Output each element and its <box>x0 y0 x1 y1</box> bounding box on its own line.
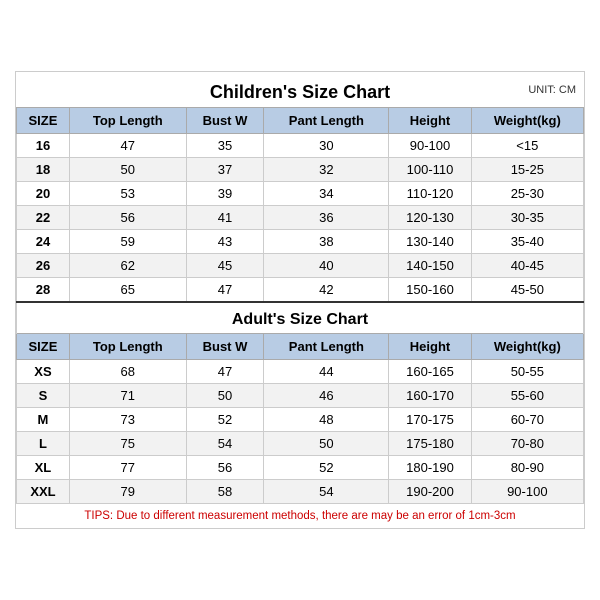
adult-col-weight: Weight(kg) <box>471 334 583 360</box>
table-row: M735248170-17560-70 <box>17 408 584 432</box>
adult-col-height: Height <box>389 334 471 360</box>
adult-col-bust-w: Bust W <box>186 334 264 360</box>
children-header-row: SIZE Top Length Bust W Pant Length Heigh… <box>17 108 584 134</box>
col-top-length: Top Length <box>69 108 186 134</box>
table-row: 26624540140-15040-45 <box>17 254 584 278</box>
col-size: SIZE <box>17 108 70 134</box>
adult-rows: XS684744160-16550-55S715046160-17055-60M… <box>17 360 584 504</box>
table-row: L755450175-18070-80 <box>17 432 584 456</box>
table-row: XS684744160-16550-55 <box>17 360 584 384</box>
table-row: S715046160-17055-60 <box>17 384 584 408</box>
adult-title: Adult's Size Chart <box>17 302 584 334</box>
table-row: XXL795854190-20090-100 <box>17 480 584 504</box>
children-table: SIZE Top Length Bust W Pant Length Heigh… <box>16 107 584 528</box>
unit-label: UNIT: CM <box>528 84 576 96</box>
tips-text: TIPS: Due to different measurement metho… <box>17 504 584 529</box>
table-row: XL775652180-19080-90 <box>17 456 584 480</box>
adult-col-pant-length: Pant Length <box>264 334 389 360</box>
table-row: 20533934110-12025-30 <box>17 182 584 206</box>
table-row: 22564136120-13030-35 <box>17 206 584 230</box>
children-rows: 1647353090-100<1518503732100-11015-25205… <box>17 134 584 303</box>
tips-row: TIPS: Due to different measurement metho… <box>17 504 584 529</box>
col-height: Height <box>389 108 471 134</box>
col-pant-length: Pant Length <box>264 108 389 134</box>
col-weight: Weight(kg) <box>471 108 583 134</box>
adult-col-size: SIZE <box>17 334 70 360</box>
size-chart-container: Children's Size Chart UNIT: CM SIZE Top … <box>15 71 585 529</box>
table-row: 18503732100-11015-25 <box>17 158 584 182</box>
col-bust-w: Bust W <box>186 108 264 134</box>
children-title: Children's Size Chart <box>210 82 390 102</box>
adult-header-row: SIZE Top Length Bust W Pant Length Heigh… <box>17 334 584 360</box>
table-row: 28654742150-16045-50 <box>17 278 584 303</box>
table-row: 1647353090-100<15 <box>17 134 584 158</box>
adult-section-header: Adult's Size Chart <box>17 302 584 334</box>
table-row: 24594338130-14035-40 <box>17 230 584 254</box>
chart-title: Children's Size Chart UNIT: CM <box>16 72 584 107</box>
adult-col-top-length: Top Length <box>69 334 186 360</box>
